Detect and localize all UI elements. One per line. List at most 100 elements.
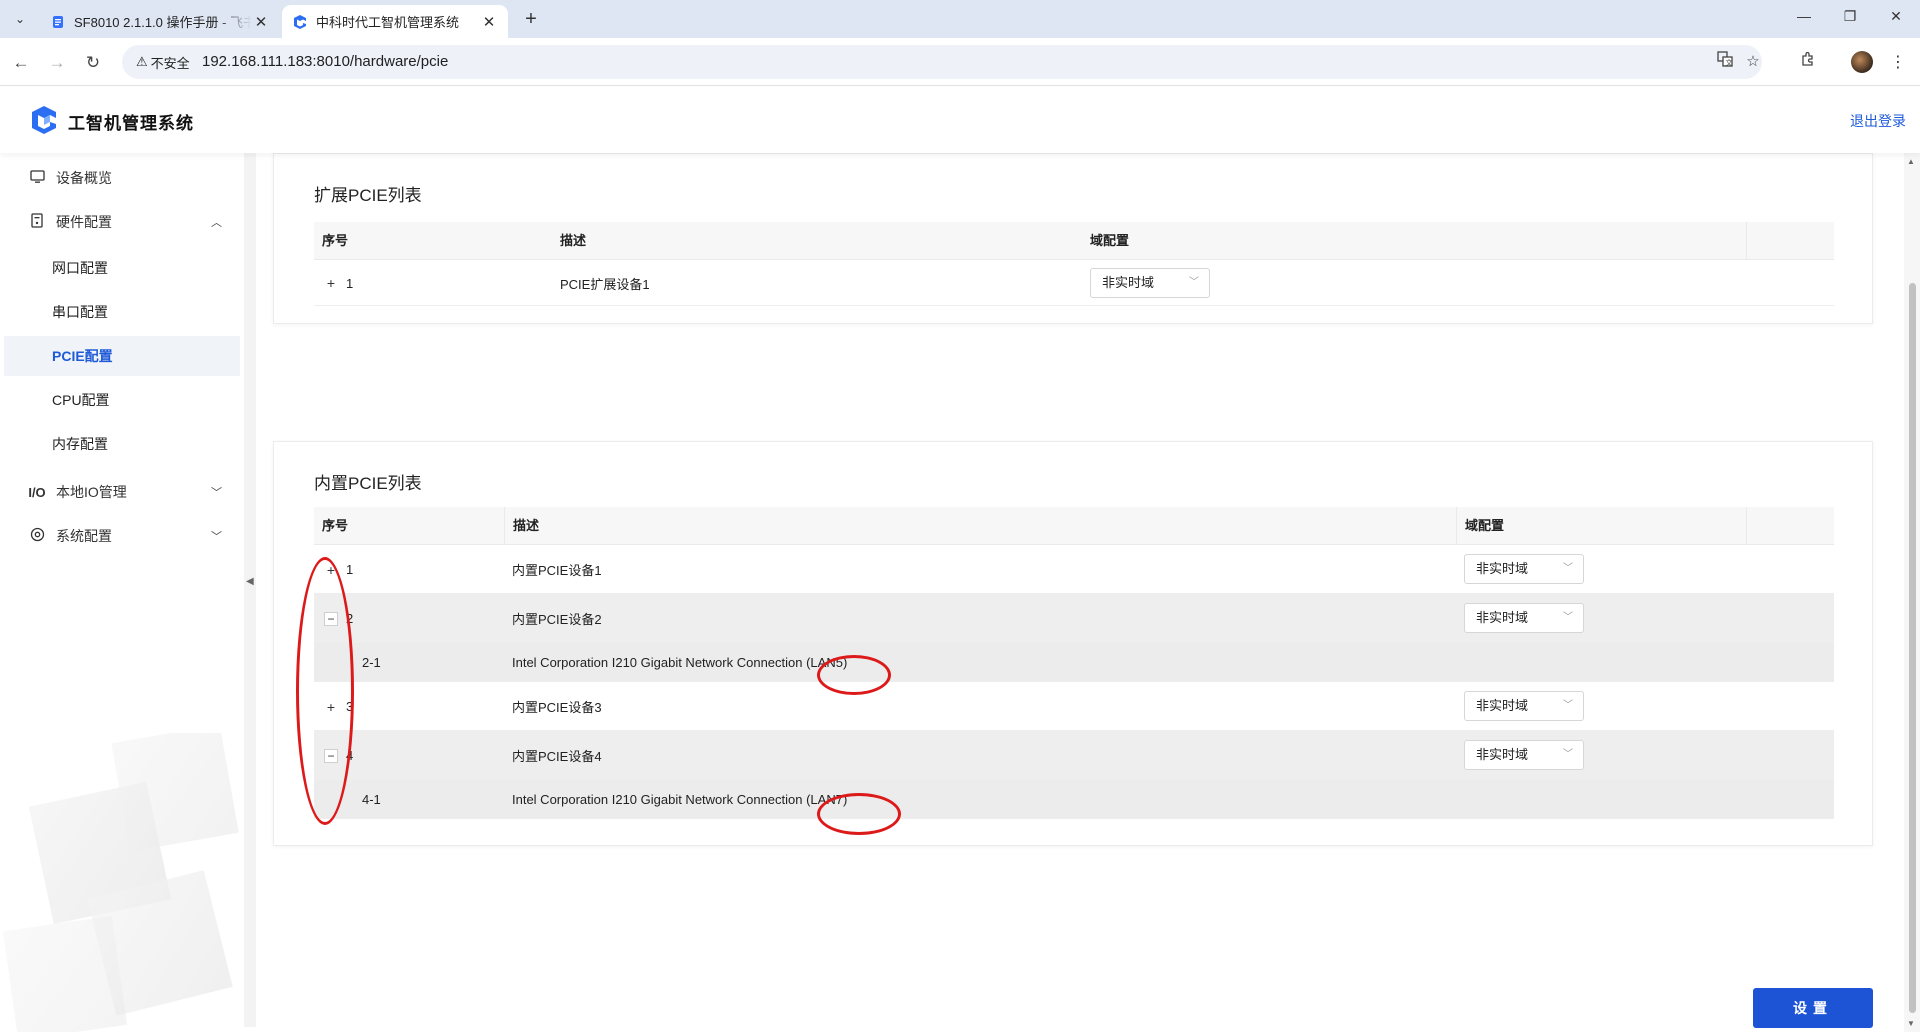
table-header: 序号 描述 域配置 [314, 222, 1834, 260]
sidebar-subitem-cpu[interactable]: CPU配置 [4, 380, 240, 420]
table-row-child: 4-1 Intel Corporation I210 Gigabit Netwo… [314, 780, 1834, 819]
ext-pcie-title: 扩展PCIE列表 [314, 186, 422, 205]
domain-select[interactable]: 非实时域 ﹀ [1464, 740, 1584, 770]
expand-icon[interactable]: + [324, 699, 338, 715]
sidebar-decoration [0, 733, 244, 1032]
sidebar-item-device-overview[interactable]: 设备概览 [0, 156, 244, 200]
app-favicon-icon [292, 14, 308, 30]
column-header-actions [1746, 507, 1834, 545]
column-header: 域配置 [1090, 233, 1130, 248]
svg-text:文: 文 [1726, 58, 1733, 67]
bookmark-star-icon[interactable]: ☆ [1742, 51, 1764, 73]
security-chip[interactable]: ⚠ 不安全 [128, 50, 198, 74]
close-tab-icon[interactable]: ✕ [480, 13, 498, 31]
table-row: + 3 内置PCIE设备3 非实时域 ﹀ [314, 682, 1834, 731]
logout-link[interactable]: 退出登录 [1850, 111, 1906, 131]
close-window-icon[interactable]: ✕ [1884, 8, 1908, 25]
main-content: 扩展PCIE列表 序号 描述 域配置 + 1 PCIE扩展设备1 非实时域 ﹀ [256, 153, 1904, 1032]
collapse-icon[interactable]: − [324, 748, 338, 763]
expand-icon[interactable]: + [324, 562, 338, 578]
chip-icon [28, 213, 46, 231]
back-icon[interactable]: ← [10, 52, 32, 74]
profile-avatar[interactable] [1851, 51, 1873, 73]
set-button[interactable]: 设置 [1753, 988, 1873, 1028]
sidebar-item-system-config[interactable]: 系统配置 ﹀ [0, 514, 244, 558]
domain-select-value: 非实时域 [1476, 747, 1529, 762]
row-index: 1 [346, 562, 354, 577]
row-desc: Intel Corporation I210 Gigabit Network C… [512, 655, 848, 670]
chevron-down-icon: ﹀ [1563, 612, 1573, 623]
io-icon: I/O [28, 484, 46, 500]
row-desc: 内置PCIE设备4 [512, 749, 602, 764]
table-row: + 1 内置PCIE设备1 非实时域 ﹀ [314, 545, 1834, 594]
url-text[interactable]: 192.168.111.183:8010/hardware/pcie [202, 53, 448, 70]
domain-select[interactable]: 非实时域 ﹀ [1464, 554, 1584, 584]
close-tab-icon[interactable]: ✕ [252, 13, 270, 31]
browser-menu-icon[interactable]: ⋮ [1886, 51, 1910, 75]
scrollbar[interactable]: ▲ ▼ [1904, 153, 1920, 1032]
chevron-down-icon: ﹀ [211, 531, 222, 543]
domain-select[interactable]: 非实时域 ﹀ [1464, 691, 1584, 721]
sidebar-subitem-memory[interactable]: 内存配置 [4, 424, 240, 464]
warning-icon: ⚠ [136, 54, 148, 69]
reload-icon[interactable]: ↻ [82, 52, 104, 74]
row-desc: 内置PCIE设备1 [512, 563, 602, 578]
tab-title: 中科时代工智机管理系统 [316, 15, 460, 30]
app-title: 工智机管理系统 [68, 114, 194, 133]
int-pcie-title: 内置PCIE列表 [314, 474, 422, 493]
sidebar-item-label: 系统配置 [56, 528, 112, 544]
sidebar-item-local-io[interactable]: I/O 本地IO管理 ﹀ [0, 470, 244, 514]
tab-search-chevron-icon[interactable]: ⌄ [8, 7, 32, 31]
browser-tab-docs[interactable]: SF8010 2.1.1.0 操作手册 - 飞书云文档 ✕ [40, 5, 280, 38]
row-desc: PCIE扩展设备1 [560, 276, 650, 292]
table-row-child: 2-1 Intel Corporation I210 Gigabit Netwo… [314, 643, 1834, 682]
sidebar-subitem-network-port[interactable]: 网口配置 [4, 248, 240, 288]
row-desc: 内置PCIE设备2 [512, 612, 602, 627]
scroll-down-icon[interactable]: ▼ [1907, 1019, 1915, 1028]
column-header: 描述 [560, 233, 587, 248]
table-row: + 1 PCIE扩展设备1 非实时域 ﹀ [314, 260, 1834, 306]
app-header: 工智机管理系统 退出登录 [0, 87, 1920, 153]
minimize-icon[interactable]: — [1792, 8, 1816, 24]
chevron-down-icon: ﹀ [1563, 563, 1573, 574]
sidebar-subitem-serial-port[interactable]: 串口配置 [4, 292, 240, 332]
domain-select[interactable]: 非实时域 ﹀ [1464, 603, 1584, 633]
expand-icon[interactable]: + [324, 275, 338, 291]
collapse-icon[interactable]: − [324, 611, 338, 626]
domain-select-value: 非实时域 [1476, 698, 1529, 713]
extensions-icon[interactable] [1796, 51, 1820, 75]
int-pcie-card: 内置PCIE列表 序号 描述 域配置 + 1 内置PCIE设备1 非实时域 ﹀ [273, 441, 1873, 846]
new-tab-icon[interactable]: + [520, 8, 542, 31]
chevron-up-icon: ︿ [211, 217, 222, 229]
domain-select[interactable]: 非实时域 ﹀ [1090, 268, 1210, 298]
forward-icon[interactable]: → [46, 52, 68, 74]
scroll-thumb[interactable] [1909, 283, 1916, 1013]
chevron-down-icon: ﹀ [1189, 277, 1199, 288]
monitor-icon [28, 169, 46, 187]
doc-favicon-icon [50, 14, 66, 30]
sidebar-item-label: 设备概览 [56, 170, 112, 186]
collapse-left-icon[interactable]: ◀ [246, 576, 254, 587]
browser-tab-app[interactable]: 中科时代工智机管理系统 ✕ [282, 5, 508, 38]
restore-icon[interactable]: ❐ [1838, 8, 1862, 25]
address-bar[interactable]: ⚠ 不安全 192.168.111.183:8010/hardware/pcie… [122, 45, 1762, 79]
column-header: 描述 [504, 507, 539, 545]
ext-pcie-card: 扩展PCIE列表 序号 描述 域配置 + 1 PCIE扩展设备1 非实时域 ﹀ [273, 153, 1873, 324]
sidebar-subitem-pcie[interactable]: PCIE配置 [4, 336, 240, 376]
row-index: 4 [346, 748, 354, 763]
sidebar-collapse-strip[interactable] [244, 153, 256, 1027]
row-index: 4-1 [362, 792, 381, 807]
sidebar-item-hardware-config[interactable]: 硬件配置 ︿ [0, 200, 244, 244]
row-index: 2-1 [362, 655, 381, 670]
scroll-up-icon[interactable]: ▲ [1907, 157, 1915, 166]
column-header: 域配置 [1456, 507, 1504, 545]
row-desc: 内置PCIE设备3 [512, 700, 602, 715]
translate-icon[interactable]: 文 [1714, 51, 1736, 73]
row-desc: Intel Corporation I210 Gigabit Network C… [512, 792, 848, 807]
security-label: 不安全 [150, 55, 190, 71]
row-index: 3 [346, 699, 354, 714]
row-index: 2 [346, 611, 354, 626]
column-header-actions [1746, 222, 1834, 260]
chevron-down-icon: ﹀ [1563, 700, 1573, 711]
table-row: − 4 内置PCIE设备4 非实时域 ﹀ [314, 731, 1834, 780]
